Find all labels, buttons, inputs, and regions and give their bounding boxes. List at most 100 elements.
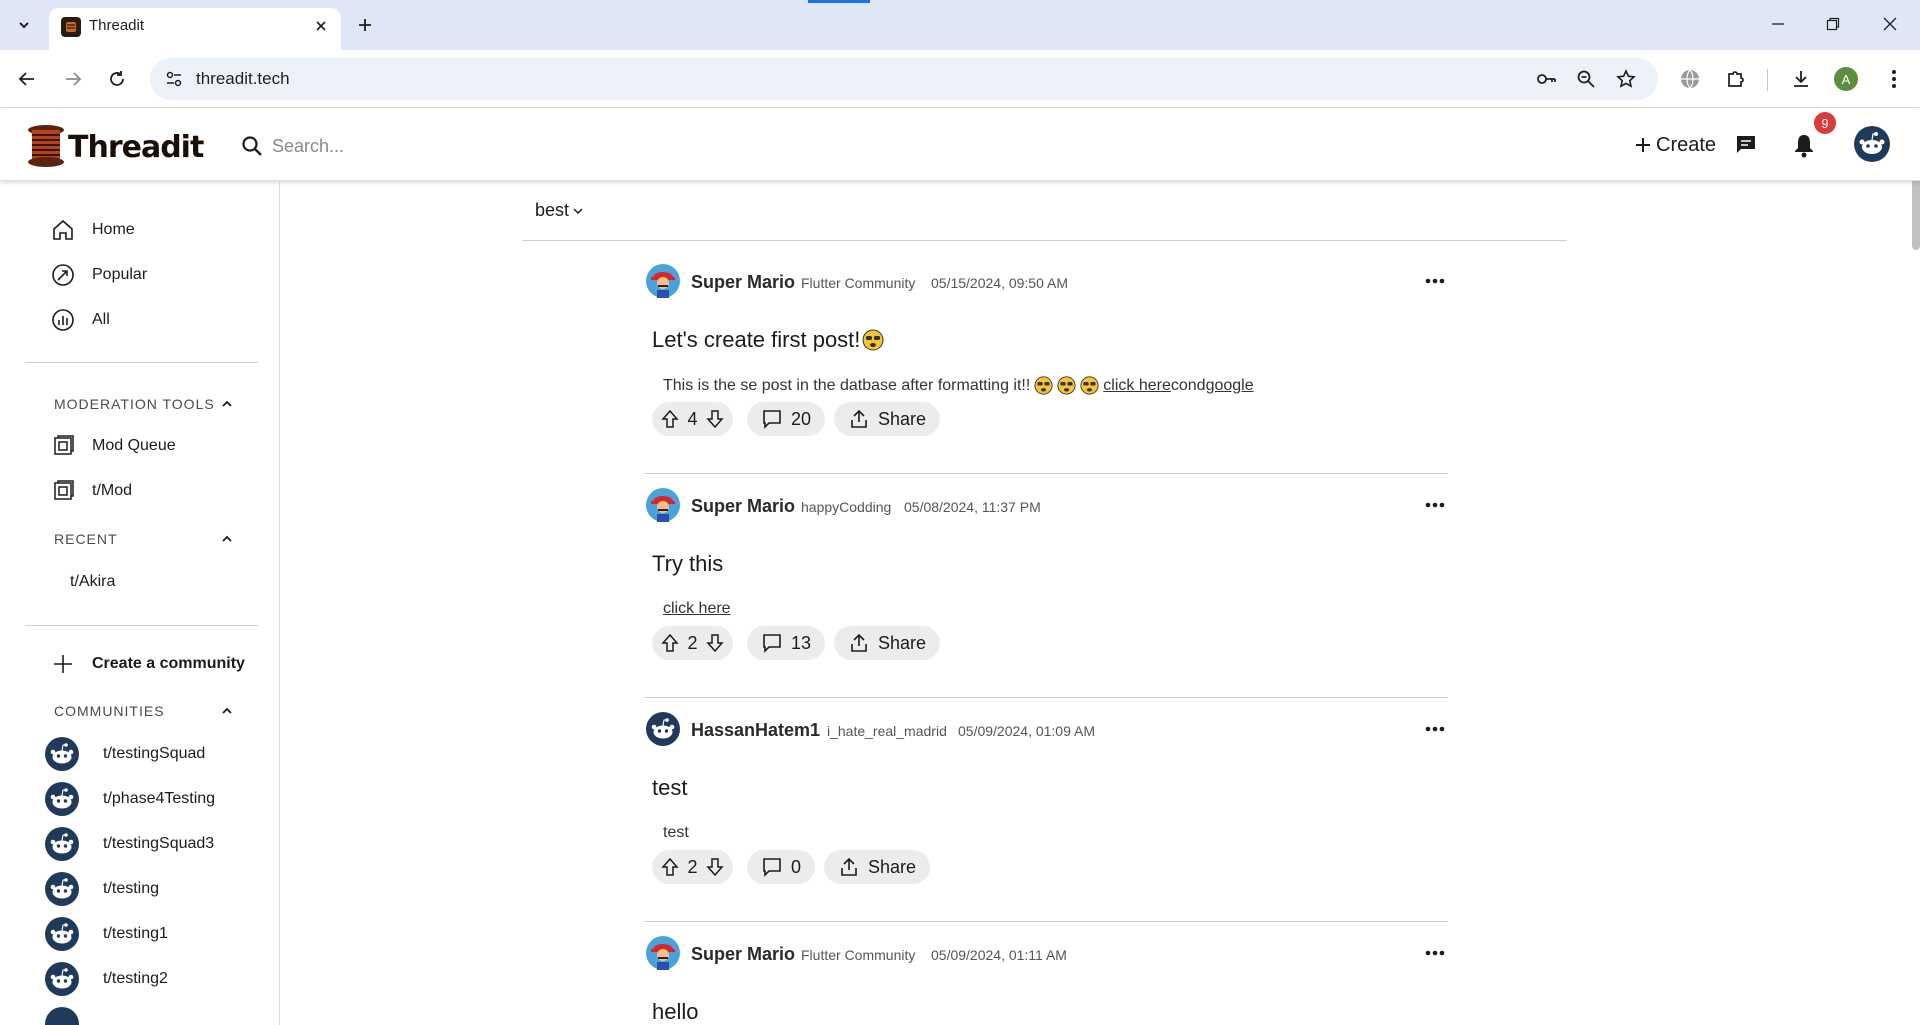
downvote-arrow-icon[interactable] (705, 857, 725, 877)
address-bar[interactable]: threadit.tech (150, 58, 1658, 100)
more-options-icon[interactable] (1424, 270, 1446, 292)
post-body-text: This is the se post in the datbase after… (663, 376, 1031, 394)
community-name: t/testing (103, 880, 160, 897)
share-button[interactable]: Share (834, 402, 941, 436)
sidebar-divider (25, 625, 258, 626)
community-item[interactable]: t/testingSquad3 (45, 826, 214, 862)
site-info-icon[interactable] (164, 69, 184, 89)
community-item[interactable]: t/testingSquad (45, 736, 205, 772)
community-item[interactable]: t/phase4Testing (45, 781, 215, 817)
post-title[interactable]: Let's create first post! (652, 327, 884, 353)
community-item[interactable]: t/testing (45, 871, 159, 907)
sidebar-item-recent-akira[interactable]: t/Akira (70, 566, 115, 598)
bookmark-star-icon[interactable] (1614, 67, 1638, 91)
minimize-icon[interactable] (1758, 8, 1798, 40)
sidebar-item-popular[interactable]: Popular (50, 259, 147, 291)
upvote-arrow-icon[interactable] (660, 633, 680, 653)
share-button[interactable]: Share (834, 626, 941, 660)
post-link-click-here[interactable]: click here (1103, 377, 1171, 395)
browser-tab[interactable]: Threadit (49, 8, 341, 50)
threadit-favicon-icon (61, 17, 81, 37)
new-tab-icon[interactable] (352, 12, 378, 38)
upvote-arrow-icon[interactable] (660, 857, 680, 877)
post-card[interactable]: Super Mario Flutter Community 05/15/2024… (644, 250, 1448, 474)
post-title[interactable]: hello (652, 999, 698, 1025)
zoom-icon[interactable] (1574, 67, 1598, 91)
post-title[interactable]: Try this (652, 551, 723, 577)
threadit-logo[interactable]: Threadit (26, 122, 204, 170)
downvote-arrow-icon[interactable] (705, 633, 725, 653)
sidebar-item-all[interactable]: All (50, 304, 110, 336)
more-options-icon[interactable] (1424, 718, 1446, 740)
post-community[interactable]: happyCodding (801, 499, 891, 515)
post-card[interactable]: Super Mario Flutter Community 05/09/2024… (644, 922, 1448, 1025)
sidebar-item-mod-queue[interactable]: Mod Queue (50, 430, 176, 462)
sidebar-item-label: t/Mod (92, 482, 133, 499)
download-icon[interactable] (1787, 65, 1815, 93)
community-item[interactable]: t/testing1 (45, 916, 168, 952)
share-icon (841, 857, 857, 876)
community-item[interactable]: t/testing2 (45, 961, 168, 997)
comments-button[interactable]: 20 (747, 402, 826, 436)
moderation-tools-header[interactable]: MODERATION TOOLS (54, 394, 234, 414)
post-community[interactable]: Flutter Community (801, 947, 915, 963)
post-link-google[interactable]: google (1206, 377, 1254, 395)
browser-profile-avatar[interactable]: A (1834, 67, 1858, 91)
post-community[interactable]: i_hate_real_madrid (827, 723, 947, 739)
search-input[interactable] (272, 131, 712, 161)
tab-close-icon[interactable] (309, 14, 333, 38)
post-body-mid: cond (1170, 376, 1206, 394)
sidebar-item-label: All (92, 311, 110, 328)
plus-icon (54, 655, 72, 673)
reload-icon[interactable] (100, 62, 134, 96)
password-key-icon[interactable] (1534, 67, 1558, 91)
community-avatar-icon (45, 872, 79, 906)
extensions-icon[interactable] (1722, 65, 1750, 93)
comments-button[interactable]: 13 (747, 626, 826, 660)
user-avatar-icon[interactable] (1854, 126, 1890, 162)
post-author[interactable]: Super Mario (691, 272, 795, 293)
moderation-tools-title: MODERATION TOOLS (54, 396, 215, 412)
translate-globe-icon[interactable] (1676, 65, 1704, 93)
community-item[interactable] (45, 1006, 79, 1025)
post-author[interactable]: HassanHatem1 (691, 720, 820, 741)
browser-menu-icon[interactable] (1880, 65, 1908, 93)
post-link-click-here[interactable]: click here (663, 600, 731, 618)
more-options-icon[interactable] (1424, 494, 1446, 516)
community-name: t/phase4Testing (103, 790, 216, 807)
notifications-bell-icon[interactable] (1789, 130, 1819, 160)
recent-title: RECENT (54, 531, 118, 547)
share-button[interactable]: Share (824, 850, 931, 884)
post-card[interactable]: Super Mario happyCodding 05/08/2024, 11:… (644, 474, 1448, 698)
create-community-button[interactable]: Create a community (50, 648, 245, 680)
community-name: t/testingSquad (103, 745, 206, 762)
url-text[interactable]: threadit.tech (196, 69, 290, 89)
more-options-icon[interactable] (1424, 942, 1446, 964)
post-community[interactable]: Flutter Community (801, 275, 915, 291)
forward-icon[interactable] (56, 62, 90, 96)
post-title[interactable]: test (652, 775, 687, 801)
sort-label: best (535, 200, 570, 220)
post-author[interactable]: Super Mario (691, 496, 795, 517)
downvote-arrow-icon[interactable] (705, 409, 725, 429)
communities-header[interactable]: COMMUNITIES (54, 701, 234, 721)
sunglasses-emoji-icon (1057, 376, 1076, 395)
sort-dropdown[interactable]: best (535, 200, 584, 221)
sidebar-item-label: Mod Queue (92, 437, 176, 454)
sidebar-item-t-mod[interactable]: t/Mod (50, 475, 132, 507)
recent-header[interactable]: RECENT (54, 529, 234, 549)
search-bar[interactable] (236, 131, 736, 161)
community-name: t/testing1 (103, 925, 168, 942)
sidebar-item-home[interactable]: Home (50, 214, 135, 246)
close-window-icon[interactable] (1870, 8, 1910, 40)
back-icon[interactable] (10, 62, 44, 96)
share-label: Share (868, 856, 917, 877)
tab-search-button[interactable] (10, 12, 38, 38)
restore-icon[interactable] (1813, 8, 1853, 40)
post-author[interactable]: Super Mario (691, 944, 795, 965)
chat-icon[interactable] (1731, 130, 1761, 160)
comments-button[interactable]: 0 (747, 850, 816, 884)
upvote-arrow-icon[interactable] (660, 409, 680, 429)
post-card[interactable]: HassanHatem1 i_hate_real_madrid 05/09/20… (644, 698, 1448, 922)
create-button[interactable]: Create (1634, 129, 1716, 161)
